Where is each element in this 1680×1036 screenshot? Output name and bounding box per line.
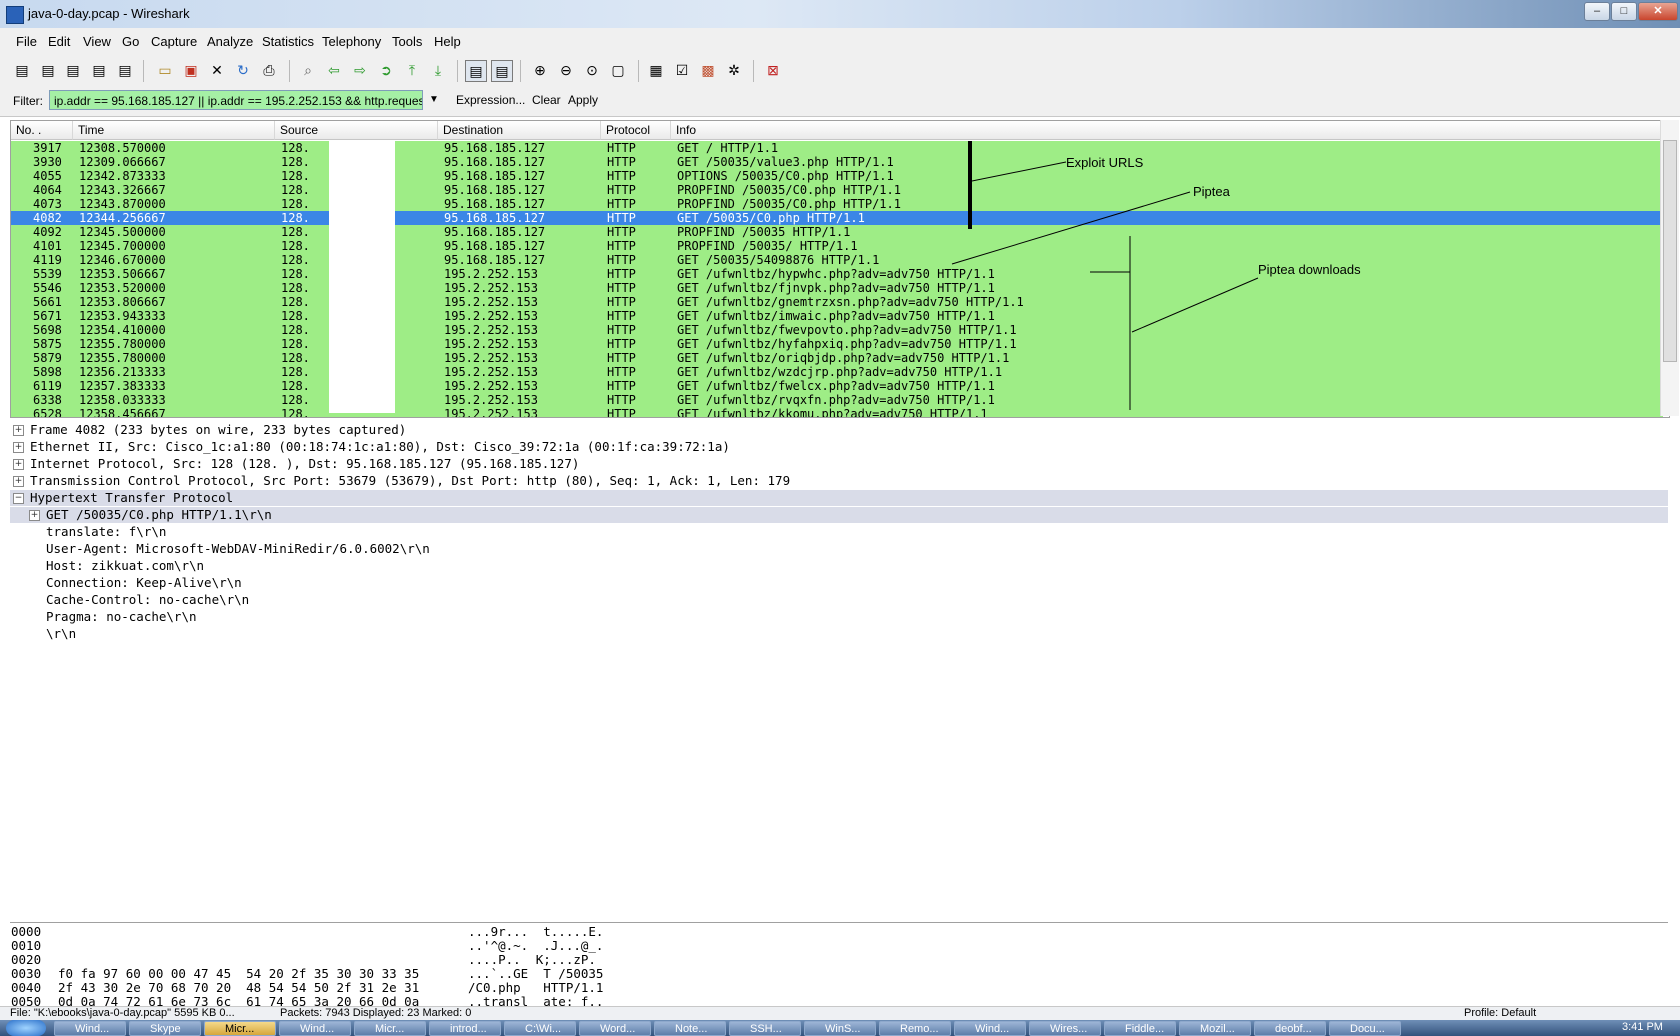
hex-bytes bbox=[58, 925, 419, 939]
taskbar-item[interactable]: Wind... bbox=[54, 1021, 126, 1036]
packet-details-tree[interactable]: + Frame 4082 (233 bytes on wire, 233 byt… bbox=[10, 420, 1668, 910]
tree-row-http-header[interactable]: \r\n bbox=[10, 626, 1668, 642]
tree-row-http[interactable]: − Hypertext Transfer Protocol bbox=[10, 490, 1668, 506]
status-file: File: "K:\ebooks\java-0-day.pcap" 5595 K… bbox=[10, 1007, 235, 1019]
taskbar-item[interactable]: Wires... bbox=[1029, 1021, 1101, 1036]
hex-offset: 0040 bbox=[11, 980, 42, 995]
collapse-icon[interactable]: − bbox=[13, 493, 24, 504]
tree-row-tcp[interactable]: + Transmission Control Protocol, Src Por… bbox=[10, 473, 1668, 489]
expand-icon[interactable]: + bbox=[29, 510, 40, 521]
hex-bytes bbox=[58, 939, 419, 953]
taskbar-item[interactable]: Micr... bbox=[354, 1021, 426, 1036]
expand-icon[interactable]: + bbox=[13, 442, 24, 453]
tree-row-http-header[interactable]: Pragma: no-cache\r\n bbox=[10, 609, 1668, 625]
hex-offset: 0000 bbox=[11, 924, 42, 939]
tree-row-http-header[interactable]: Cache-Control: no-cache\r\n bbox=[10, 592, 1668, 608]
downloads-pointer-line bbox=[1131, 277, 1259, 333]
expand-icon[interactable]: + bbox=[13, 425, 24, 436]
hex-ascii: ..'^@.~. .J...@_. bbox=[468, 938, 604, 953]
hex-offset: 0020 bbox=[11, 952, 42, 967]
tree-row-http-request-line[interactable]: + GET /50035/C0.php HTTP/1.1\r\n bbox=[10, 507, 1668, 523]
packet-bytes-pane[interactable]: 0000 0010 0020 0030 0040 0050 f0 fa 97 6… bbox=[10, 922, 1668, 1009]
hex-offset: 0010 bbox=[11, 938, 42, 953]
exploit-pointer-line bbox=[971, 161, 1067, 182]
annotation-piptea-downloads: Piptea downloads bbox=[1258, 262, 1361, 277]
taskbar-item[interactable]: Wind... bbox=[279, 1021, 351, 1036]
hex-bytes bbox=[58, 953, 419, 967]
tree-row-http-header[interactable]: translate: f\r\n bbox=[10, 524, 1668, 540]
status-profile[interactable]: Profile: Default bbox=[1464, 1007, 1536, 1019]
taskbar-item[interactable]: C:\Wi... bbox=[504, 1021, 576, 1036]
hex-ascii: ...9r... t.....E. bbox=[468, 924, 604, 939]
taskbar-item[interactable]: SSH... bbox=[729, 1021, 801, 1036]
taskbar-item[interactable]: Word... bbox=[579, 1021, 651, 1036]
hex-offset: 0030 bbox=[11, 966, 42, 981]
taskbar-item[interactable]: WinS... bbox=[804, 1021, 876, 1036]
hex-ascii: ....P.. K;...zP. bbox=[468, 952, 596, 967]
hex-ascii: /C0.php HTTP/1.1 bbox=[468, 980, 604, 995]
tree-row-http-header[interactable]: Connection: Keep-Alive\r\n bbox=[10, 575, 1668, 591]
tree-row-http-header[interactable]: User-Agent: Microsoft-WebDAV-MiniRedir/6… bbox=[10, 541, 1668, 557]
annotation-piptea: Piptea bbox=[1193, 184, 1230, 199]
hex-ascii: ...`..GE T /50035 bbox=[468, 966, 604, 981]
expand-icon[interactable]: + bbox=[13, 459, 24, 470]
hex-bytes: f0 fa 97 60 00 00 47 45 54 20 2f 35 30 3… bbox=[58, 966, 420, 981]
hex-bytes: 2f 43 30 2e 70 68 70 20 48 54 54 50 2f 3… bbox=[58, 980, 420, 995]
taskbar-item[interactable]: introd... bbox=[429, 1021, 501, 1036]
taskbar-item[interactable]: Note... bbox=[654, 1021, 726, 1036]
tree-row-ip[interactable]: + Internet Protocol, Src: 128 (128. ), D… bbox=[10, 456, 1668, 472]
expand-icon[interactable]: + bbox=[13, 476, 24, 487]
status-packets: Packets: 7943 Displayed: 23 Marked: 0 bbox=[280, 1007, 472, 1019]
status-bar: File: "K:\ebooks\java-0-day.pcap" 5595 K… bbox=[0, 1006, 1680, 1021]
taskbar-item[interactable]: deobf... bbox=[1254, 1021, 1326, 1036]
taskbar-item[interactable]: Wind... bbox=[954, 1021, 1026, 1036]
taskbar-item[interactable]: Remo... bbox=[879, 1021, 951, 1036]
windows-taskbar: Wind... Skype Micr... Wind... Micr... introd.… bbox=[0, 1020, 1680, 1036]
tree-row-http-header[interactable]: Host: zikkuat.com\r\n bbox=[10, 558, 1668, 574]
taskbar-item[interactable]: Micr... bbox=[204, 1021, 276, 1036]
taskbar-item[interactable]: Skype bbox=[129, 1021, 201, 1036]
taskbar-item[interactable]: Fiddle... bbox=[1104, 1021, 1176, 1036]
taskbar-item[interactable]: Mozil... bbox=[1179, 1021, 1251, 1036]
tree-row-frame[interactable]: + Frame 4082 (233 bytes on wire, 233 byt… bbox=[10, 422, 1668, 438]
tree-row-ethernet[interactable]: + Ethernet II, Src: Cisco_1c:a1:80 (00:1… bbox=[10, 439, 1668, 455]
start-button[interactable] bbox=[6, 1020, 46, 1036]
taskbar-clock: 3:41 PM bbox=[1622, 1021, 1663, 1033]
piptea-pointer-line bbox=[951, 191, 1191, 265]
annotation-exploit-urls: Exploit URLS bbox=[1066, 155, 1144, 170]
taskbar-item[interactable]: Docu... bbox=[1329, 1021, 1401, 1036]
